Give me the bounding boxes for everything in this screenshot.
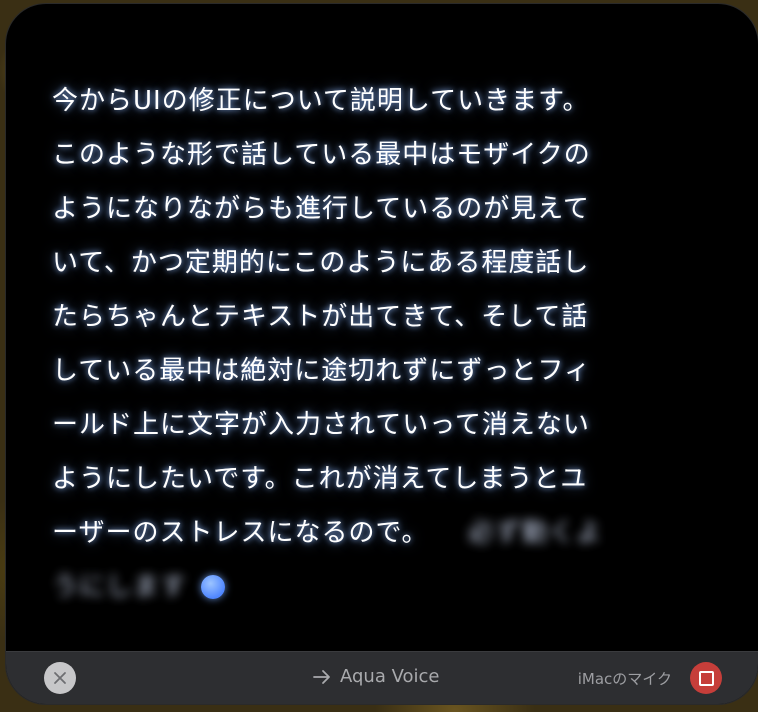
transcript-line: うにします	[52, 560, 702, 614]
recording-dot-icon	[201, 575, 226, 599]
close-button[interactable]	[44, 662, 76, 694]
voice-input-panel: 今からUIの修正について説明していきます。 このような形で話している最中はモザイ…	[6, 4, 758, 704]
stop-icon	[698, 670, 714, 686]
bottom-bar: Aqua Voice iMacのマイク	[6, 651, 758, 704]
transcript-line: している最中は絶対に途切れずにずっとフィ	[52, 356, 591, 386]
transcript-line: 今からUIの修正について説明していきます。	[52, 86, 590, 116]
transcript-line: いて、かつ定期的にこのようにある程度話し	[52, 248, 590, 278]
arrow-right-icon	[313, 669, 330, 684]
transcript-line: ールド上に文字が入力されていって消えない	[52, 410, 590, 440]
transcript-line: たらちゃんとテキストが出てきて、そして話	[52, 302, 589, 332]
transcript-line: このような形で話している最中はモザイクの	[52, 140, 591, 170]
target-app-label[interactable]: Aqua Voice	[312, 666, 439, 687]
transcript-line: ようになりながらも進行しているのが見えて	[52, 194, 590, 224]
stop-recording-button[interactable]	[690, 662, 722, 694]
transcript-final-text: ーザーのストレスになるので。	[52, 518, 429, 548]
close-icon	[54, 672, 66, 684]
transcript-line: ーザーのストレスになるので。 必ず動くよ	[52, 506, 702, 560]
app-name: Aqua Voice	[340, 666, 440, 687]
microphone-label[interactable]: iMacのマイク	[578, 668, 672, 689]
pending-transcript-text: 必ず動くよ	[467, 518, 603, 548]
transcript-area: 今からUIの修正について説明していきます。 このような形で話している最中はモザイ…	[52, 74, 702, 614]
pending-transcript-text: うにします	[52, 572, 188, 602]
transcript-line: ようにしたいです。これが消えてしまうとユ	[52, 464, 588, 494]
